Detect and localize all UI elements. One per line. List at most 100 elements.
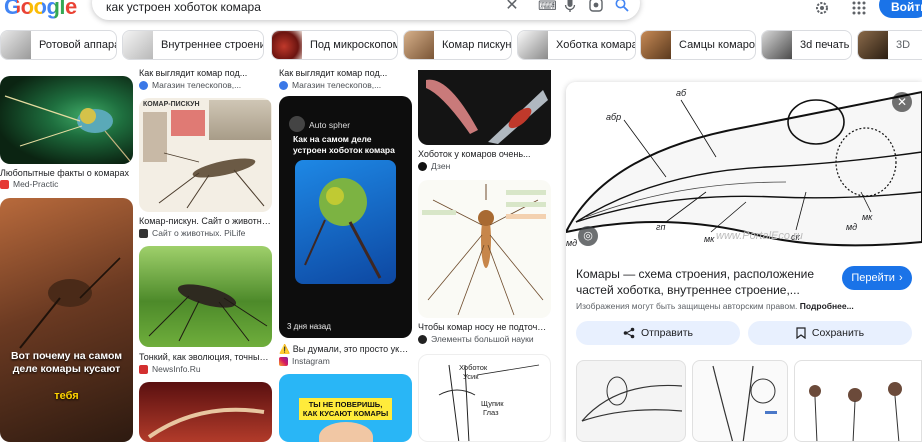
diagram-label: Хоботок bbox=[459, 363, 488, 372]
result-source[interactable]: Магазин телескопов,... bbox=[139, 80, 241, 90]
result-caption[interactable]: Как выглядит комар под... bbox=[139, 68, 272, 78]
channel-name: Auto spher bbox=[309, 120, 351, 130]
watermark: www.PortalEco.ru bbox=[716, 230, 803, 242]
result-source[interactable]: Сайт о животных. PiLife bbox=[139, 228, 245, 238]
chip-label: Самцы комаров bbox=[679, 39, 756, 51]
result-source[interactable]: Дзен bbox=[418, 161, 450, 171]
source-favicon bbox=[139, 228, 148, 238]
search-icon[interactable] bbox=[614, 0, 630, 14]
result-caption[interactable]: Тонкий, как эволюция, точный,... bbox=[139, 352, 272, 362]
result-caption[interactable]: Любопытные факты о комарах bbox=[0, 168, 133, 178]
chip-thumbnail bbox=[518, 31, 548, 59]
preview-image[interactable]: аб абр гп мк мд ск мк мд www.PortalEco.r… bbox=[566, 82, 922, 252]
chip-thumbnail bbox=[1, 31, 31, 59]
source-favicon bbox=[0, 179, 9, 189]
chip-squeaker-mosquito[interactable]: Комар пискун bbox=[403, 30, 512, 60]
result-caption[interactable]: Чтобы комар носу не подточил •... bbox=[418, 322, 551, 332]
search-input[interactable]: как устроен хоботок комара bbox=[106, 0, 261, 14]
chip-label: Комар пискун bbox=[442, 39, 512, 51]
chip-3d-print[interactable]: 3d печать bbox=[761, 30, 852, 60]
related-image-thumb[interactable] bbox=[576, 360, 686, 442]
copyright-notice: Изображения могут быть защищены авторски… bbox=[576, 301, 916, 311]
chip-oral-apparatus[interactable]: Ротовой аппарат bbox=[0, 30, 117, 60]
related-image-thumb[interactable] bbox=[692, 360, 788, 442]
result-image-tile[interactable] bbox=[418, 70, 551, 145]
source-name: Med-Practic bbox=[13, 179, 59, 189]
settings-icon[interactable] bbox=[814, 0, 830, 21]
result-source[interactable]: Элементы большой науки bbox=[418, 334, 534, 344]
result-image-tile[interactable]: КОМАР-ПИСКУН bbox=[139, 98, 272, 212]
share-button[interactable]: Отправить bbox=[576, 321, 740, 345]
result-image-tile[interactable]: Вот почему на самом деле комары кусают т… bbox=[0, 198, 133, 442]
result-source[interactable]: NewsInfo.Ru bbox=[139, 364, 201, 374]
chip-thumbnail bbox=[272, 31, 302, 59]
source-name: NewsInfo.Ru bbox=[152, 364, 201, 374]
chip-male-mosquitoes[interactable]: Самцы комаров bbox=[640, 30, 756, 60]
post-headline: Как на самом деле устроен хоботок комара bbox=[293, 134, 395, 155]
source-favicon bbox=[418, 161, 427, 171]
diagram-label: гп bbox=[656, 222, 666, 232]
result-image-tile[interactable]: Хоботок Усик Щупик Глаз bbox=[418, 354, 551, 442]
related-diagram-image bbox=[581, 376, 683, 422]
chip-thumbnail bbox=[762, 31, 792, 59]
lens-search-icon[interactable]: ◎ bbox=[578, 226, 598, 246]
source-favicon bbox=[279, 80, 288, 90]
result-caption[interactable]: Комар-пискун. Сайт о животных... bbox=[139, 216, 272, 226]
overlay-accent: тебя bbox=[54, 390, 79, 402]
close-icon[interactable]: ✕ bbox=[892, 92, 912, 112]
source-name: Дзен bbox=[431, 161, 451, 171]
result-caption[interactable]: Как выглядит комар под... bbox=[279, 68, 412, 78]
source-name: Сайт о животных. PiLife bbox=[152, 228, 246, 238]
google-logo[interactable]: Google bbox=[4, 0, 77, 20]
mosquito-closeup-image bbox=[4, 95, 131, 162]
chip-internal-structure[interactable]: Внутреннее строение bbox=[122, 30, 264, 60]
related-diagram-image bbox=[809, 382, 902, 441]
result-image-tile[interactable] bbox=[418, 180, 551, 318]
more-link[interactable]: Подробнее... bbox=[800, 301, 854, 311]
result-caption[interactable]: Хоботок у комаров очень... bbox=[418, 149, 551, 159]
instagram-icon bbox=[279, 356, 288, 366]
post-age: 3 дня назад bbox=[287, 322, 331, 331]
result-image-tile[interactable] bbox=[139, 246, 272, 347]
chip-thumbnail bbox=[404, 31, 434, 59]
diagram-label: Глаз bbox=[483, 408, 499, 417]
source-name: Магазин телескопов,... bbox=[152, 80, 242, 90]
source-favicon bbox=[139, 80, 148, 90]
diagram-label: мк bbox=[862, 212, 873, 222]
result-image-tile[interactable]: Auto spher Как на самом деле устроен хоб… bbox=[279, 96, 412, 338]
top-bar: Google как устроен хоботок комара ✕ ⌨ Во… bbox=[0, 0, 922, 26]
proboscis-schematic-diagram bbox=[566, 90, 922, 247]
channel-avatar bbox=[289, 116, 305, 132]
chip-proboscis[interactable]: Хоботка комара bbox=[517, 30, 636, 60]
related-searches-bar: Ротовой аппарат Внутреннее строение Под … bbox=[0, 30, 922, 60]
keyboard-icon[interactable]: ⌨ bbox=[538, 0, 557, 14]
mosquito-anatomy-diagram bbox=[422, 184, 546, 316]
chip-microscope[interactable]: Под микроскопом bbox=[271, 30, 398, 60]
image-preview-panel: аб абр гп мк мд ск мк мд www.PortalEco.r… bbox=[566, 82, 922, 442]
result-source[interactable]: Med-Practic bbox=[0, 179, 58, 189]
result-source[interactable]: Instagram bbox=[279, 356, 330, 366]
result-image-tile[interactable]: ТЫ НЕ ПОВЕРИШЬ, КАК КУСАЮТ КОМАРЫ bbox=[279, 374, 412, 442]
preview-title[interactable]: Комары — схема строения, расположение ча… bbox=[576, 266, 828, 298]
clear-icon[interactable]: ✕ bbox=[504, 0, 520, 14]
proboscis-closeup-image bbox=[147, 407, 265, 439]
visit-button[interactable]: Перейти › bbox=[842, 266, 912, 290]
result-caption[interactable]: ⚠️ Вы думали, это просто укус?... bbox=[279, 344, 412, 355]
signin-button[interactable]: Войти bbox=[879, 0, 922, 18]
apps-grid-icon[interactable] bbox=[852, 1, 866, 20]
result-image-tile[interactable] bbox=[0, 76, 133, 164]
result-source[interactable]: Магазин телескопов,... bbox=[279, 80, 381, 90]
proboscis-micro-image bbox=[426, 79, 548, 144]
result-image-tile[interactable] bbox=[139, 382, 272, 442]
chip-overflow[interactable]: 3D bbox=[857, 30, 922, 60]
related-image-thumb[interactable] bbox=[794, 360, 922, 442]
search-box[interactable]: как устроен хоботок комара ✕ ⌨ bbox=[92, 0, 640, 20]
microphone-icon[interactable] bbox=[562, 0, 578, 14]
save-button[interactable]: Сохранить bbox=[748, 321, 912, 345]
image-banner: ТЫ НЕ ПОВЕРИШЬ, КАК КУСАЮТ КОМАРЫ bbox=[299, 398, 392, 420]
diagram-label: Щупик bbox=[481, 399, 504, 408]
overlay-text: Вот почему на самом деле комары кусают bbox=[10, 350, 123, 375]
lens-icon[interactable] bbox=[588, 0, 604, 14]
notice-text: Изображения могут быть защищены авторски… bbox=[576, 301, 798, 311]
mosquito-head-illustration bbox=[304, 178, 382, 279]
